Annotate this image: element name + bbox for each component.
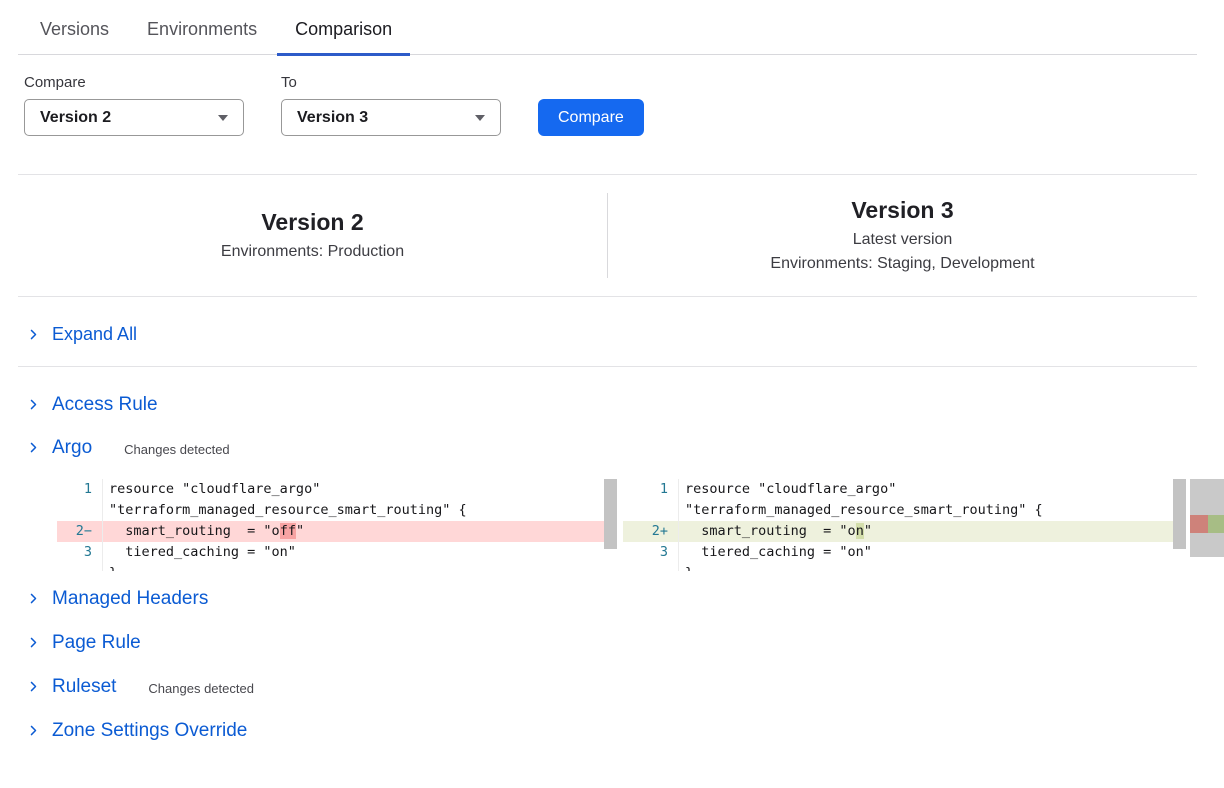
- diff-line-deleted: 2− smart_routing = "off": [57, 521, 617, 542]
- code-text: "terraform_managed_resource_smart_routin…: [102, 500, 617, 521]
- diff-line: 3 tiered_caching = "on": [623, 542, 1186, 563]
- diff-overview-ruler: [1190, 479, 1224, 557]
- added-chars: n: [856, 523, 864, 539]
- diff-line: 3 tiered_caching = "on": [57, 542, 617, 563]
- section-label: Argo: [52, 436, 92, 459]
- changes-detected-badge: Changes detected: [148, 678, 254, 696]
- diff-line-wrap: "terraform_managed_resource_smart_routin…: [623, 500, 1186, 521]
- chevron-right-icon: [27, 636, 40, 649]
- chevron-right-icon: [27, 328, 40, 341]
- diff-line-added: 2+ smart_routing = "on": [623, 521, 1186, 542]
- diff-right-pane[interactable]: 1 resource "cloudflare_argo" "terraform_…: [623, 479, 1186, 571]
- diff-left-pane[interactable]: 1 resource "cloudflare_argo" "terraform_…: [57, 479, 617, 571]
- line-number: 2−: [57, 521, 102, 542]
- changes-detected-badge: Changes detected: [124, 439, 230, 457]
- section-label: Zone Settings Override: [52, 719, 247, 742]
- compare-version-select[interactable]: Version 2: [24, 99, 244, 136]
- right-version-header: Version 3 Latest version Environments: S…: [608, 181, 1197, 290]
- chevron-right-icon: [27, 592, 40, 605]
- right-version-environments: Environments: Staging, Development: [608, 252, 1197, 276]
- argo-diff-editor: 1 resource "cloudflare_argo" "terraform_…: [57, 479, 1224, 571]
- addition-sign: +: [660, 523, 668, 539]
- tab-versions[interactable]: Versions: [22, 18, 127, 56]
- chevron-right-icon: [27, 398, 40, 411]
- expand-all-button[interactable]: Expand All: [27, 323, 1197, 346]
- code-text: smart_routing = "off": [102, 521, 617, 542]
- diff-line: }: [623, 563, 1186, 571]
- chevron-down-icon: [475, 115, 485, 121]
- section-label: Access Rule: [52, 393, 158, 416]
- chevron-right-icon: [27, 680, 40, 693]
- deletion-sign: −: [84, 523, 92, 539]
- left-version-header: Version 2 Environments: Production: [18, 193, 607, 278]
- compare-button[interactable]: Compare: [538, 99, 644, 136]
- diff-line: }: [57, 563, 617, 571]
- section-page-rule[interactable]: Page Rule: [27, 631, 1197, 654]
- left-version-environments: Environments: Production: [18, 240, 607, 264]
- compare-field: Compare Version 2: [24, 74, 244, 136]
- to-field-label: To: [281, 74, 501, 92]
- to-version-select-value: Version 3: [297, 109, 368, 127]
- tab-comparison[interactable]: Comparison: [277, 18, 410, 56]
- chevron-down-icon: [218, 115, 228, 121]
- section-argo[interactable]: Argo Changes detected: [27, 436, 1197, 459]
- code-text: }: [678, 563, 1186, 571]
- code-text: tiered_caching = "on": [678, 542, 1186, 563]
- line-number: 1: [623, 479, 678, 500]
- section-zone-settings-override[interactable]: Zone Settings Override: [27, 719, 1197, 742]
- line-number: [57, 500, 102, 521]
- line-number: [623, 500, 678, 521]
- section-label: Ruleset: [52, 675, 116, 698]
- deletion-marker: [1190, 515, 1208, 533]
- version-comparison-header: Version 2 Environments: Production Versi…: [18, 174, 1197, 297]
- code-text: smart_routing = "on": [678, 521, 1186, 542]
- deleted-chars: ff: [280, 523, 296, 539]
- tab-environments[interactable]: Environments: [129, 18, 275, 56]
- right-pane-scrollbar[interactable]: [1173, 479, 1186, 549]
- right-version-latest-label: Latest version: [608, 228, 1197, 252]
- expand-all-band: Expand All: [18, 297, 1197, 367]
- line-number: 3: [57, 542, 102, 563]
- code-text: tiered_caching = "on": [102, 542, 617, 563]
- section-label: Managed Headers: [52, 587, 208, 610]
- line-number: 1: [57, 479, 102, 500]
- code-text: "terraform_managed_resource_smart_routin…: [678, 500, 1186, 521]
- section-label: Page Rule: [52, 631, 141, 654]
- left-version-title: Version 2: [18, 207, 607, 237]
- line-number: [623, 563, 678, 571]
- section-ruleset[interactable]: Ruleset Changes detected: [27, 675, 1197, 698]
- code-text: resource "cloudflare_argo": [678, 479, 1186, 500]
- section-access-rule[interactable]: Access Rule: [27, 393, 1197, 416]
- code-text: }: [102, 563, 617, 571]
- expand-all-label: Expand All: [52, 323, 137, 346]
- compare-controls: Compare Version 2 To Version 3 Compare: [24, 74, 1197, 136]
- to-version-select[interactable]: Version 3: [281, 99, 501, 136]
- section-list: Access Rule Argo Changes detected 1 reso…: [27, 393, 1197, 742]
- diff-line-wrap: "terraform_managed_resource_smart_routin…: [57, 500, 617, 521]
- line-number: [57, 563, 102, 571]
- diff-line: 1 resource "cloudflare_argo": [623, 479, 1186, 500]
- line-number: 3: [623, 542, 678, 563]
- chevron-right-icon: [27, 724, 40, 737]
- line-number: 2+: [623, 521, 678, 542]
- diff-line: 1 resource "cloudflare_argo": [57, 479, 617, 500]
- compare-version-select-value: Version 2: [40, 109, 111, 127]
- addition-marker: [1208, 515, 1224, 533]
- tab-bar: Versions Environments Comparison: [18, 0, 1197, 55]
- left-pane-scrollbar[interactable]: [604, 479, 617, 549]
- to-field: To Version 3: [281, 74, 501, 136]
- compare-field-label: Compare: [24, 74, 244, 92]
- right-version-title: Version 3: [608, 195, 1197, 225]
- section-managed-headers[interactable]: Managed Headers: [27, 587, 1197, 610]
- chevron-right-icon: [27, 441, 40, 454]
- code-text: resource "cloudflare_argo": [102, 479, 617, 500]
